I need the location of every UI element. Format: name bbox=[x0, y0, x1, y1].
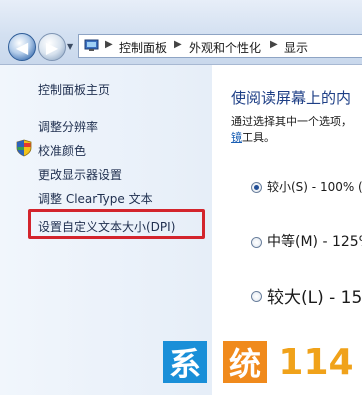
option-smaller-label[interactable]: 较小(S) - 100% (默 bbox=[267, 178, 362, 195]
back-button[interactable]: ◀ bbox=[8, 33, 36, 61]
description-rest: 工具。 bbox=[242, 131, 275, 144]
description-text-line2: 镜工具。 bbox=[231, 129, 275, 145]
sidebar-item-display-settings[interactable]: 更改显示器设置 bbox=[38, 166, 122, 183]
breadcrumb-appearance[interactable]: 外观和个性化 bbox=[189, 39, 261, 56]
breadcrumb-separator-icon: ▶ bbox=[270, 39, 278, 50]
option-larger-radio[interactable] bbox=[251, 291, 262, 302]
sidebar-item-home[interactable]: 控制面板主页 bbox=[38, 81, 110, 98]
option-larger-label[interactable]: 较大(L) - 15( bbox=[267, 283, 362, 308]
watermark-logo: 114 bbox=[278, 341, 354, 383]
history-dropdown-icon[interactable]: ▼ bbox=[67, 42, 77, 52]
shield-icon bbox=[16, 139, 32, 157]
navigation-bar: ◀ ▶ ▼ ▶ 控制面板 ▶ 外观和个性化 ▶ 显示 bbox=[0, 0, 362, 65]
option-smaller-radio[interactable] bbox=[251, 182, 262, 193]
highlight-box bbox=[28, 209, 205, 239]
address-bar[interactable]: ▶ 控制面板 ▶ 外观和个性化 ▶ 显示 bbox=[78, 34, 362, 58]
watermark-logo: 系 bbox=[163, 341, 207, 383]
sidebar-item-calibrate-color[interactable]: 校准颜色 bbox=[38, 142, 86, 159]
forward-button[interactable]: ▶ bbox=[38, 33, 66, 61]
page-title: 使阅读屏幕上的内 bbox=[231, 89, 352, 107]
breadcrumb-control-panel[interactable]: 控制面板 bbox=[119, 39, 167, 56]
forward-arrow-icon: ▶ bbox=[45, 37, 59, 57]
magnifier-link[interactable]: 镜 bbox=[231, 131, 242, 144]
sidebar-item-cleartype[interactable]: 调整 ClearType 文本 bbox=[38, 190, 153, 207]
control-panel-icon bbox=[84, 39, 99, 51]
watermark-logo: 统 bbox=[223, 341, 267, 383]
description-text: 通过选择其中一个选项， bbox=[231, 115, 352, 128]
sidebar-item-resolution[interactable]: 调整分辨率 bbox=[38, 118, 98, 135]
breadcrumb-separator-icon: ▶ bbox=[174, 39, 182, 50]
breadcrumb-display[interactable]: 显示 bbox=[284, 39, 308, 56]
option-medium-radio[interactable] bbox=[251, 237, 262, 248]
option-medium-label[interactable]: 中等(M) - 125% bbox=[267, 231, 362, 251]
back-arrow-icon: ◀ bbox=[15, 37, 29, 57]
breadcrumb-separator-icon: ▶ bbox=[105, 39, 113, 50]
